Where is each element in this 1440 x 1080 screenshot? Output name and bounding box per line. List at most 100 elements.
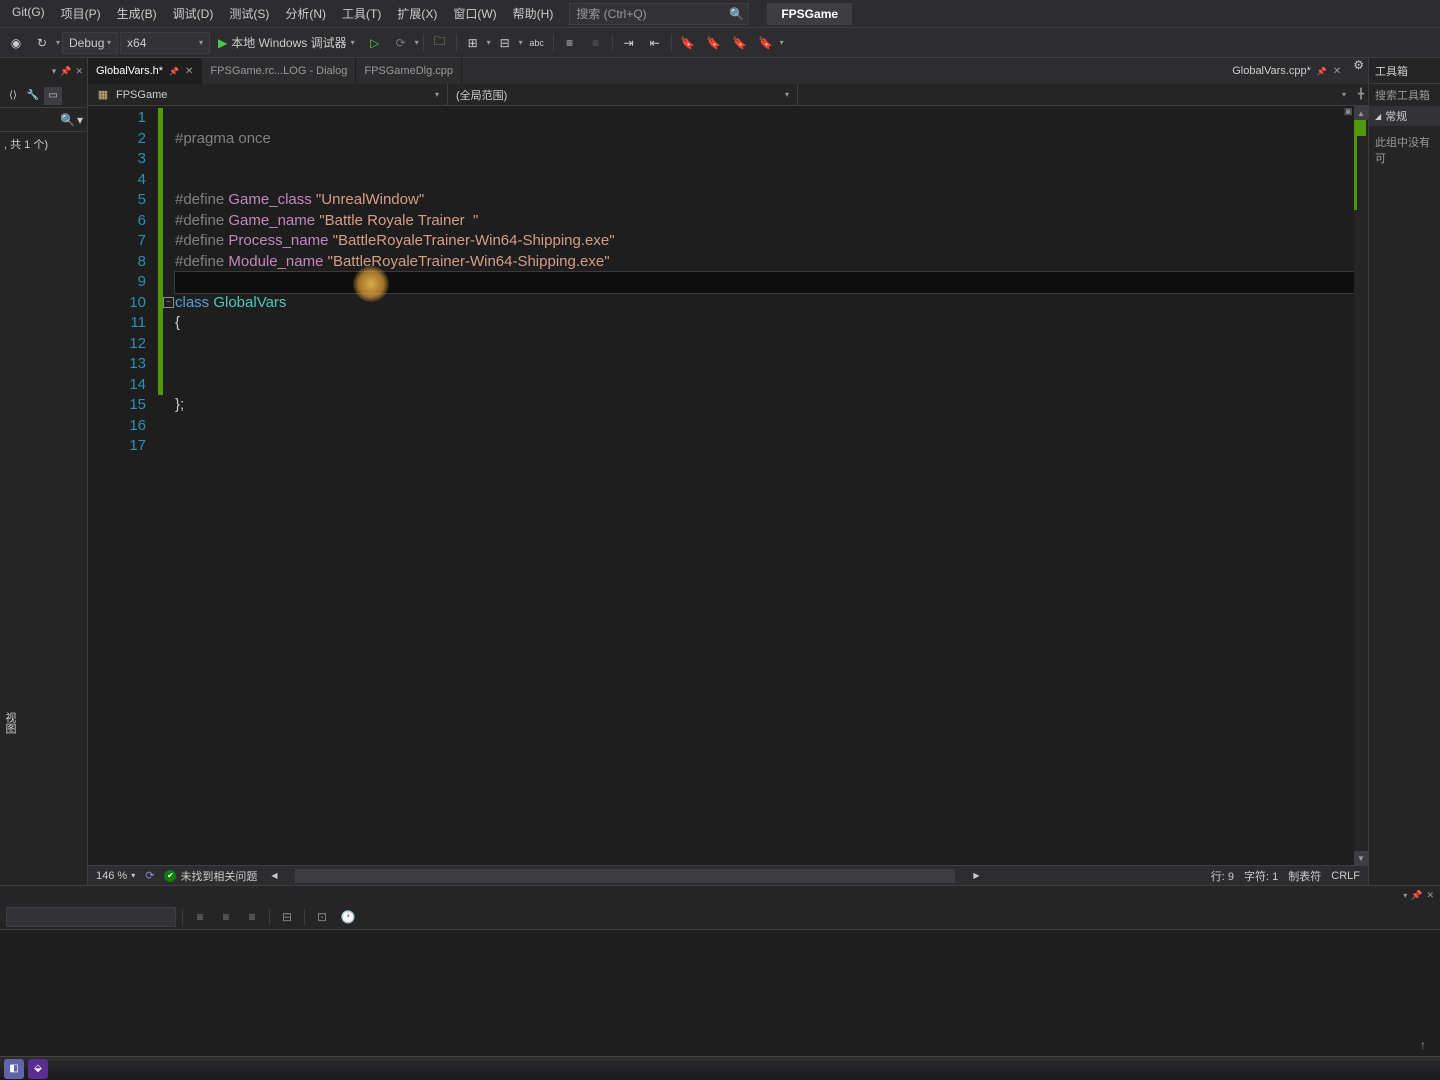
dropdown-icon[interactable]: ▾ — [77, 113, 83, 127]
toolbar-icon-outdent[interactable]: ⇤ — [643, 31, 667, 55]
zoom-control[interactable]: 146 % ▾ — [96, 870, 135, 882]
toolbar-icon-uncomment[interactable]: ≡ — [584, 31, 608, 55]
member-context-dropdown[interactable]: ▾ — [798, 84, 1354, 105]
overflow-icon[interactable]: ▾ — [780, 38, 784, 47]
eol-indicator[interactable]: CRLF — [1331, 870, 1360, 882]
gear-icon[interactable]: ⚙ — [1353, 58, 1364, 84]
scroll-down-icon[interactable]: ▼ — [1354, 851, 1368, 865]
code-line[interactable]: #define Process_name "BattleRoyaleTraine… — [175, 231, 1354, 252]
code-line[interactable]: #define Game_class "UnrealWindow" — [175, 190, 1354, 211]
code-line[interactable] — [175, 149, 1354, 170]
tab-globalvars-cpp[interactable]: GlobalVars.cpp* 📌 ✕ — [1224, 58, 1349, 84]
fold-icon[interactable]: − — [163, 297, 174, 308]
code-line[interactable] — [175, 108, 1354, 129]
config-dropdown[interactable]: Debug▾ — [62, 32, 118, 54]
toolbar-icon-comment[interactable]: ≡ — [558, 31, 582, 55]
project-context-dropdown[interactable]: ▦ FPSGame ▾ — [88, 84, 448, 105]
close-icon[interactable]: ✕ — [75, 66, 83, 77]
toolbar-icon-2[interactable]: ⊞ — [461, 31, 485, 55]
split-grip-icon[interactable]: ▣ — [1344, 106, 1354, 116]
redo-icon[interactable]: ↻ — [30, 31, 54, 55]
char-indicator[interactable]: 字符: 1 — [1244, 868, 1278, 884]
dropdown-icon[interactable]: ▾ — [52, 66, 57, 77]
close-icon[interactable]: ✕ — [185, 66, 193, 77]
menu-item[interactable]: 窗口(W) — [445, 1, 504, 26]
pin-icon[interactable]: 📌 — [1317, 67, 1327, 76]
output-content[interactable] — [0, 930, 1440, 1056]
toolbox-section[interactable]: ◢ 常规 — [1369, 106, 1440, 126]
clock-icon[interactable]: 🕐 — [337, 907, 359, 927]
scope-context-dropdown[interactable]: (全局范围) ▾ — [448, 84, 798, 105]
code-line[interactable] — [175, 375, 1354, 396]
taskbar-vs-icon[interactable]: ⬙ — [28, 1059, 48, 1079]
code-line[interactable] — [175, 272, 1354, 293]
menu-item[interactable]: 项目(P) — [53, 1, 109, 26]
output-btn-2[interactable]: ≡ — [215, 907, 237, 927]
menu-item[interactable]: 工具(T) — [334, 1, 389, 26]
tab-fpsgamedlg-cpp[interactable]: FPSGameDlg.cpp — [356, 58, 462, 84]
overview-ruler[interactable]: ▲ ▼ — [1354, 106, 1368, 865]
toolbar-icon-4[interactable]: abc — [525, 31, 549, 55]
menu-item[interactable]: 帮助(H) — [505, 1, 562, 26]
scroll-left-icon[interactable]: ◀ — [267, 869, 281, 883]
pin-icon[interactable]: 📌 — [169, 67, 179, 76]
platform-dropdown[interactable]: x64▾ — [120, 32, 210, 54]
dropdown-icon[interactable]: ▾ — [56, 38, 60, 47]
code-body[interactable]: #pragma once#define Game_class "UnrealWi… — [163, 106, 1354, 865]
output-btn-3[interactable]: ≡ — [241, 907, 263, 927]
bookmark-prev-icon[interactable]: 🔖 — [702, 31, 726, 55]
tabs-indicator[interactable]: 制表符 — [1288, 868, 1321, 884]
code-line[interactable]: }; — [175, 395, 1354, 416]
code-line[interactable] — [175, 334, 1354, 355]
toolbox-search[interactable]: 搜索工具箱 — [1369, 84, 1440, 106]
start-debug-button[interactable]: ▶ 本地 Windows 调试器 ▾ — [212, 32, 361, 54]
toolbar-icon-folder[interactable]: 🗀 — [428, 31, 452, 55]
menu-item[interactable]: 分析(N) — [277, 1, 334, 26]
code-line[interactable]: −class GlobalVars — [175, 293, 1354, 314]
code-line[interactable]: #define Game_name "Battle Royale Trainer… — [175, 211, 1354, 232]
line-indicator[interactable]: 行: 9 — [1211, 868, 1234, 884]
wrench-icon[interactable]: 🔧 — [24, 87, 42, 105]
output-btn-1[interactable]: ≡ — [189, 907, 211, 927]
horizontal-scrollbar[interactable] — [295, 869, 955, 883]
search-box[interactable]: 搜索 (Ctrl+Q) 🔍 — [569, 3, 749, 25]
split-icon[interactable]: ╋ — [1358, 89, 1364, 100]
code-line[interactable]: { — [175, 313, 1354, 334]
scroll-up-icon[interactable]: ▲ — [1354, 106, 1368, 120]
dropdown-icon[interactable]: ▾ — [415, 38, 419, 47]
search-icon[interactable]: 🔍 — [60, 113, 75, 127]
side-tab-view[interactable]: 视图 — [0, 710, 20, 736]
start-without-debug-icon[interactable]: ▷ — [363, 31, 387, 55]
close-icon[interactable]: ✕ — [1333, 66, 1341, 77]
tab-fpsgame-rc[interactable]: FPSGame.rc...LOG - Dialog — [202, 58, 356, 84]
code-editor[interactable]: 1234567891011121314151617 #pragma once#d… — [88, 106, 1368, 865]
tab-globalvars-h[interactable]: GlobalVars.h* 📌 ✕ — [88, 58, 202, 84]
collapse-up-icon[interactable]: ↑ — [1420, 1038, 1426, 1052]
close-icon[interactable]: ✕ — [1426, 890, 1434, 901]
code-line[interactable]: #define Module_name "BattleRoyaleTrainer… — [175, 252, 1354, 273]
scroll-right-icon[interactable]: ▶ — [969, 869, 983, 883]
code-line[interactable] — [175, 416, 1354, 437]
refresh-icon[interactable]: ⟳ — [145, 869, 154, 882]
code-line[interactable] — [175, 354, 1354, 375]
code-line[interactable] — [175, 170, 1354, 191]
bookmark-icon[interactable]: 🔖 — [676, 31, 700, 55]
taskbar-icon-1[interactable]: ◧ — [4, 1059, 24, 1079]
toolbar-icon-indent[interactable]: ⇥ — [617, 31, 641, 55]
issues-indicator[interactable]: ✔ 未找到相关问题 — [164, 868, 257, 884]
pin-icon[interactable]: 📌 — [1411, 890, 1422, 901]
menu-item[interactable]: 扩展(X) — [389, 1, 445, 26]
back-icon[interactable]: ◉ — [4, 31, 28, 55]
view-icon-3[interactable]: ▭ — [44, 87, 62, 105]
dropdown-icon[interactable]: ▾ — [487, 38, 491, 47]
project-name-button[interactable]: FPSGame — [767, 3, 852, 25]
output-source-dropdown[interactable] — [6, 907, 176, 927]
output-btn-4[interactable]: ⊟ — [276, 907, 298, 927]
dropdown-icon[interactable]: ▾ — [1403, 891, 1407, 900]
toolbar-icon-1[interactable]: ⟳ — [389, 31, 413, 55]
bookmark-clear-icon[interactable]: 🔖 — [754, 31, 778, 55]
bookmark-next-icon[interactable]: 🔖 — [728, 31, 752, 55]
dropdown-icon[interactable]: ▾ — [519, 38, 523, 47]
menu-item[interactable]: Git(G) — [4, 1, 53, 26]
menu-item[interactable]: 测试(S) — [221, 1, 277, 26]
